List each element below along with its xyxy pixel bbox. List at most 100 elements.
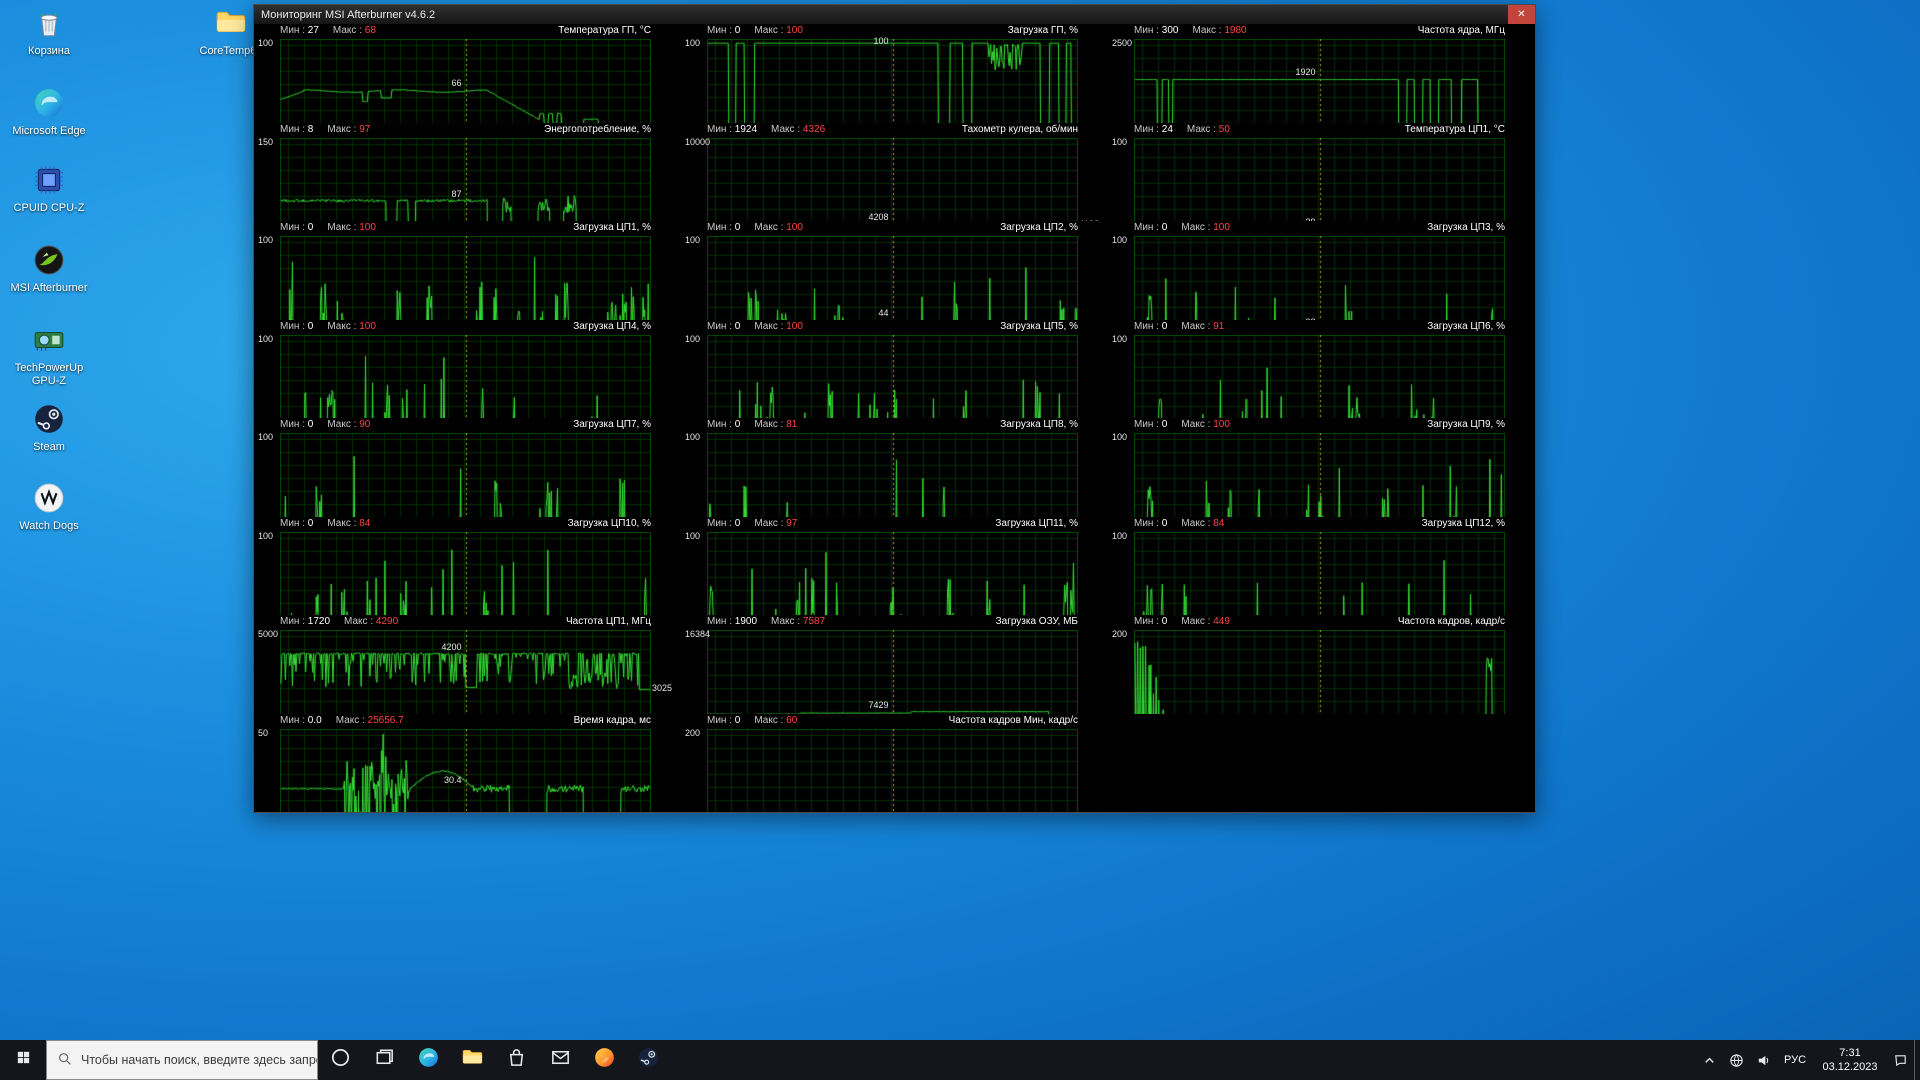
close-button[interactable]: ✕ <box>1508 5 1535 24</box>
panel-max: Макс : 50 <box>1186 123 1230 135</box>
language-indicator[interactable]: РУС <box>1777 1054 1813 1066</box>
monitor-panel-cpu10-load[interactable]: Мин : 0 Макс : 84 Загрузка ЦП10, %10001300… <box>254 516 681 615</box>
panel-max: Макс : 25656.7 <box>335 714 404 726</box>
desktop-icon-gpuz[interactable]: TechPowerUp GPU-Z <box>10 323 88 387</box>
center-value: 30.4 <box>443 775 462 786</box>
y-max-label: 100 <box>685 235 701 245</box>
center-value: 1920 <box>1295 66 1316 77</box>
panel-title: Температура ЦП1, °C <box>1404 123 1505 135</box>
monitor-panel-cpu1-load[interactable]: Мин : 0 Макс : 100 Загрузка ЦП1, %10001690… <box>254 221 681 320</box>
monitor-panel-cpu3-load[interactable]: Мин : 0 Макс : 100 Загрузка ЦП3, %10003807… <box>1108 221 1535 320</box>
window-titlebar[interactable]: Мониторинг MSI Afterburner v4.6.2 ✕ <box>254 5 1535 24</box>
desktop-icon-recycle-bin[interactable]: Корзина <box>10 6 88 58</box>
taskbar-steam-button[interactable] <box>626 1040 670 1080</box>
monitor-panel-cpu12-load[interactable]: Мин : 0 Макс : 84 Загрузка ЦП12, %10001330… <box>1108 516 1535 615</box>
desktop-icon-label: Корзина <box>28 45 70 57</box>
steam-icon <box>637 1046 660 1074</box>
monitor-panel-cpu6-load[interactable]: Мин : 0 Макс : 91 Загрузка ЦП6, %1000007:2… <box>1108 319 1535 418</box>
panel-min: Мин : 0 <box>1134 616 1168 627</box>
monitor-panel-core-clock[interactable]: Мин : 300 Макс : 1980 Частота ядра, МГц 250… <box>1108 24 1535 123</box>
desktop-icon-steam[interactable]: Steam <box>10 402 88 454</box>
tray-date: 03.12.2023 <box>1822 1061 1878 1073</box>
monitor-panel-cpu8-load[interactable]: Мин : 0 Макс : 81 Загрузка ЦП8, %100019007… <box>681 418 1108 517</box>
clock[interactable]: 7:31 03.12.2023 <box>1813 1046 1887 1075</box>
windows-logo-icon <box>15 1049 32 1071</box>
monitor-panel-frame-time[interactable]: Мин : 0.0 Макс : 25656.7 Время кадра, мс 50… <box>254 713 681 812</box>
taskbar-store-button[interactable] <box>494 1040 538 1080</box>
monitor-panel-gpu-temp[interactable]: Мин : 27 Макс : 68 Температура ГП, °C10006… <box>254 24 681 123</box>
monitor-panel-cpu1-temp[interactable]: Мин : 24 Макс : 50 Температура ЦП1, °C1000… <box>1108 122 1535 222</box>
panel-max: Макс : 100 <box>754 25 803 36</box>
panel-title: Загрузка ЦП10, % <box>567 517 651 529</box>
center-value: 4208 <box>868 212 889 221</box>
panel-title: Температура ГП, °C <box>558 25 651 36</box>
panel-graph: 200007:29:29 <box>681 727 1108 812</box>
panel-max: Макс : 68 <box>332 25 376 36</box>
desktop-icon-label: TechPowerUp GPU-Z <box>14 362 84 387</box>
monitor-panel-cpu9-load[interactable]: Мин : 0 Макс : 100 Загрузка ЦП9, %10002207… <box>1108 418 1535 517</box>
desktop-icon-watchdogs[interactable]: Watch Dogs <box>10 481 88 533</box>
y-max-label: 100 <box>1112 333 1128 344</box>
taskbar-apps <box>318 1040 670 1080</box>
edge-icon <box>417 1046 440 1074</box>
taskbar-cortana-button[interactable] <box>318 1040 362 1080</box>
graph-canvas <box>1134 433 1505 517</box>
taskbar-search[interactable]: Чтобы начать поиск, введите здесь запрос <box>46 1040 318 1080</box>
monitor-panel-cpu1-clock[interactable]: Мин : 1720 Макс : 4290 Частота ЦП1, МГц 500… <box>254 615 681 714</box>
panel-title: Частота ядра, МГц <box>1417 25 1505 36</box>
graph-canvas <box>1134 334 1505 418</box>
desktop-icon-cpuz[interactable]: CPUID CPU-Z <box>10 163 88 215</box>
desktop-icon-label: MSI Afterburner <box>10 282 88 294</box>
panel-graph: 100016007:29:29 <box>254 333 681 418</box>
watchdogs-icon <box>10 481 88 517</box>
y-max-label: 100 <box>1112 530 1128 541</box>
network-icon[interactable] <box>1723 1040 1750 1080</box>
panel-title: Загрузка ЦП11, % <box>995 517 1078 529</box>
taskbar-mail-button[interactable] <box>538 1040 582 1080</box>
file-explorer-icon <box>461 1046 484 1074</box>
taskbar-taskview-button[interactable] <box>362 1040 406 1080</box>
panel-max: Макс : 7587 <box>771 616 826 627</box>
panel-max: Макс : 100 <box>1181 222 1230 233</box>
monitor-panel-fps[interactable]: Мин : 0 Макс : 449 Частота кадров, кадр/с 2… <box>1108 615 1535 714</box>
panel-max: Макс : 100 <box>754 320 803 332</box>
panel-header: Мин : 0 Макс : 100 Загрузка ГП, % <box>681 24 1108 37</box>
start-button[interactable] <box>0 1040 46 1080</box>
panel-min: Мин : 0 <box>1134 517 1168 529</box>
desktop-icon-edge[interactable]: Microsoft Edge <box>10 86 88 138</box>
notification-icon[interactable] <box>1887 1040 1914 1080</box>
panel-min: Мин : 0 <box>707 419 741 430</box>
show-desktop-button[interactable] <box>1914 1040 1920 1080</box>
graph-canvas <box>1134 137 1505 221</box>
center-value: 39 <box>1108 218 1315 222</box>
tray-chevron-icon[interactable] <box>1696 1040 1723 1080</box>
panel-max: Макс : 84 <box>327 517 371 529</box>
monitor-panel-fps-min[interactable]: Мин : 0 Макс : 60 Частота кадров Мин, кадр… <box>681 713 1108 812</box>
panel-graph: 1000004208419207:29:29 <box>681 136 1108 221</box>
volume-icon[interactable] <box>1750 1040 1777 1080</box>
panel-min: Мин : 0 <box>1134 222 1168 233</box>
panel-min: Мин : 0 <box>280 320 314 332</box>
panel-graph: 100013307:29:29 <box>1108 530 1535 615</box>
monitor-panel-cpu7-load[interactable]: Мин : 0 Макс : 90 Загрузка ЦП7, %100013007… <box>254 418 681 517</box>
taskbar-file-explorer-button[interactable] <box>450 1040 494 1080</box>
monitor-panel-cpu11-load[interactable]: Мин : 0 Макс : 97 Загрузка ЦП11, %10009007… <box>681 516 1108 615</box>
y-max-label: 10000 <box>685 136 711 147</box>
panel-header: Мин : 0 Макс : 84 Загрузка ЦП10, % <box>254 517 681 530</box>
y-max-label: 100 <box>685 530 701 541</box>
taskbar-edge-button[interactable] <box>406 1040 450 1080</box>
monitor-panel-ram-usage[interactable]: Мин : 1900 Макс : 7587 Загрузка ОЗУ, МБ 163… <box>681 615 1108 714</box>
cpuz-icon <box>10 163 88 199</box>
panel-header: Мин : 0 Макс : 60 Частота кадров Мин, кадр… <box>681 714 1108 727</box>
monitor-panel-power[interactable]: Мин : 8 Макс : 97 Энергопотребление, %1500… <box>254 122 681 221</box>
monitor-panel-fan-tach[interactable]: Мин : 1924 Макс : 4326 Тахометр кулера, об… <box>681 122 1108 221</box>
monitor-panel-gpu-load[interactable]: Мин : 0 Макс : 100 Загрузка ГП, %100010050… <box>681 24 1108 123</box>
desktop-icon-afterburner[interactable]: MSI Afterburner <box>10 243 88 295</box>
y-max-label: 100 <box>258 530 274 541</box>
panel-title: Загрузка ЦП6, % <box>1427 320 1505 332</box>
monitor-panel-cpu4-load[interactable]: Мин : 0 Макс : 100 Загрузка ЦП4, %10001600… <box>254 319 681 418</box>
monitor-panel-cpu5-load[interactable]: Мин : 0 Макс : 100 Загрузка ЦП5, %10003100… <box>681 319 1108 418</box>
graph-canvas <box>280 531 651 615</box>
taskbar-firefox-button[interactable] <box>582 1040 626 1080</box>
monitor-panel-cpu2-load[interactable]: Мин : 0 Макс : 100 Загрузка ЦП2, %10004430… <box>681 221 1108 320</box>
